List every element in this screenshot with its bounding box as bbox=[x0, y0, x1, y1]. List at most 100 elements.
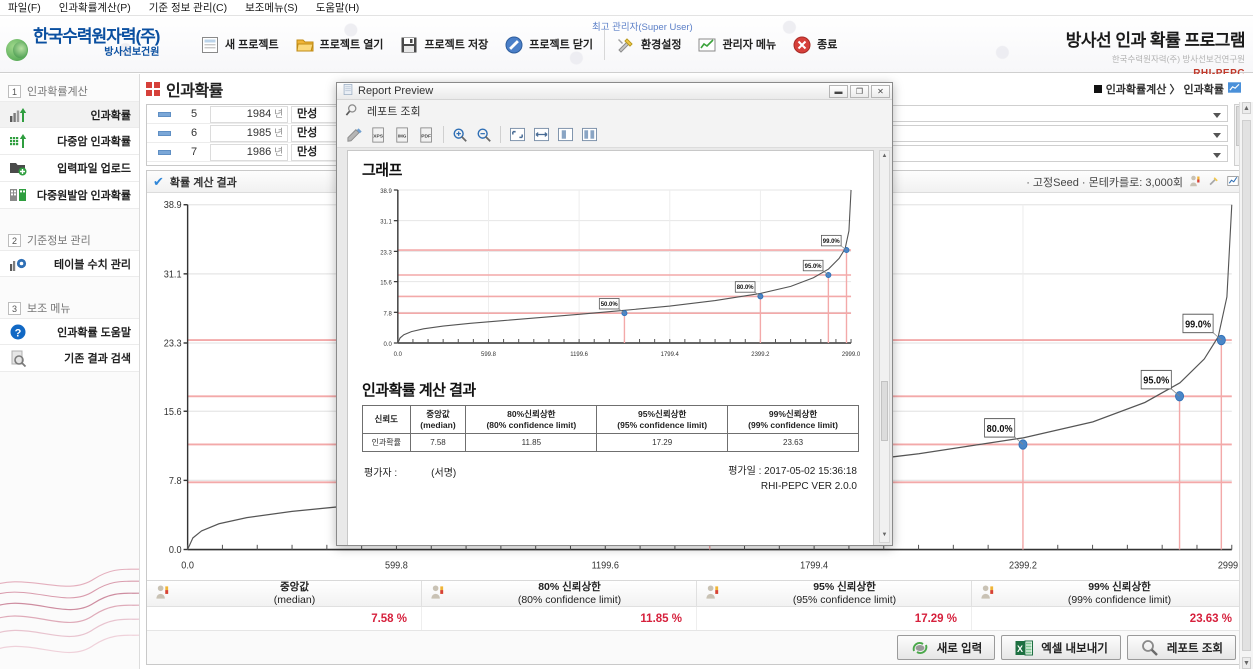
settings-button[interactable]: 환경설정 bbox=[608, 25, 689, 65]
toolbar-separator bbox=[500, 126, 501, 143]
simulation-settings-text: · 고정Seed · 몬테카를로: 3,000회 bbox=[1026, 176, 1183, 189]
open-project-button[interactable]: 프로젝트 열기 bbox=[287, 25, 392, 65]
group-number: 3 bbox=[8, 301, 21, 315]
sidebar-item-file-upload[interactable]: 입력파일 업로드 bbox=[0, 155, 139, 182]
scroll-up-arrow[interactable]: ▲ bbox=[881, 152, 888, 162]
xps-export-icon[interactable]: XPS bbox=[369, 125, 389, 145]
menu-item-sub-menu[interactable]: 보조메뉴(S) bbox=[245, 0, 298, 15]
svg-text:1199.6: 1199.6 bbox=[570, 352, 588, 358]
row-year-field[interactable]: 1984 년 bbox=[210, 105, 288, 123]
result-panel-meta: · 고정Seed · 몬테카를로: 3,000회 bbox=[1026, 174, 1240, 190]
th-median: 중앙값 (median) bbox=[409, 404, 467, 435]
admin-menu-button[interactable]: 관리자 메뉴 bbox=[689, 25, 784, 65]
stat-label: 중앙값 (median) bbox=[273, 581, 316, 606]
folder-open-icon bbox=[295, 35, 315, 55]
tools-icon[interactable] bbox=[1208, 175, 1221, 188]
dialog-title-bar[interactable]: Report Preview ▬ ❐ ✕ bbox=[337, 83, 892, 100]
save-project-label: 프로젝트 저장 bbox=[424, 38, 489, 51]
check-icon: ✔ bbox=[153, 173, 164, 189]
single-page-icon[interactable] bbox=[555, 125, 575, 145]
svg-text:IMG: IMG bbox=[398, 133, 407, 138]
save-disk-icon bbox=[399, 35, 419, 55]
stat-value-95: 17.29 % bbox=[697, 607, 972, 630]
zoom-in-icon[interactable] bbox=[450, 125, 470, 145]
svg-text:80.0%: 80.0% bbox=[987, 423, 1013, 435]
block-icon bbox=[504, 35, 524, 55]
svg-text:2999.0: 2999.0 bbox=[842, 352, 861, 358]
row-number: 7 bbox=[190, 146, 198, 158]
exit-button[interactable]: 종료 bbox=[784, 25, 845, 65]
table-row: 인과확률 7.58 11.85 17.29 23.63 bbox=[362, 433, 859, 453]
restore-button[interactable]: ❐ bbox=[850, 84, 869, 98]
scroll-up-arrow[interactable]: ▲ bbox=[1242, 102, 1251, 114]
zoom-out-icon[interactable] bbox=[474, 125, 494, 145]
img-export-icon[interactable]: IMG bbox=[393, 125, 413, 145]
group-number: 2 bbox=[8, 233, 21, 247]
menu-item-help[interactable]: 도움말(H) bbox=[316, 0, 360, 15]
sidebar-item-table-values[interactable]: 테이블 수치 관리 bbox=[0, 250, 139, 277]
two-page-icon[interactable] bbox=[579, 125, 599, 145]
save-project-button[interactable]: 프로젝트 저장 bbox=[391, 25, 496, 65]
report-view-button[interactable]: 레포트 조회 bbox=[1126, 635, 1236, 660]
pdf-export-icon[interactable]: PDF bbox=[417, 125, 437, 145]
document-icon bbox=[343, 84, 353, 98]
company-logo: 한국수력원자력(주) 방사선보건원 bbox=[6, 28, 160, 61]
svg-text:599.8: 599.8 bbox=[481, 352, 497, 358]
recycle-icon bbox=[910, 638, 930, 658]
person-icon[interactable] bbox=[1189, 175, 1202, 188]
minimize-button[interactable]: ▬ bbox=[829, 84, 848, 98]
fit-width-icon[interactable] bbox=[531, 125, 551, 145]
dialog-subtitle: 레포트 조회 bbox=[367, 106, 421, 118]
report-preview-dialog[interactable]: Report Preview ▬ ❐ ✕ 레포트 조회 XPS IMG PDF bbox=[336, 82, 893, 546]
scrollbar-thumb[interactable] bbox=[881, 381, 888, 441]
svg-text:15.6: 15.6 bbox=[164, 406, 182, 418]
sidebar-item-help[interactable]: ? 인과확률 도움말 bbox=[0, 318, 139, 345]
sidebar-item-label: 다중원발암 인과확률 bbox=[36, 190, 131, 202]
row-selector-icon[interactable] bbox=[147, 149, 181, 155]
row-label: 인과확률 bbox=[362, 433, 411, 453]
svg-text:15.6: 15.6 bbox=[380, 281, 392, 287]
sidebar-group-calculation: 1 인과확률계산 bbox=[8, 83, 133, 99]
new-project-button[interactable]: 새 프로젝트 bbox=[192, 25, 287, 65]
help-icon: ? bbox=[8, 322, 28, 342]
menu-item-file[interactable]: 파일(F) bbox=[8, 0, 41, 15]
cell-80: 11.85 bbox=[465, 433, 598, 453]
row-selector-icon[interactable] bbox=[147, 130, 181, 136]
scrollbar-thumb[interactable] bbox=[1242, 120, 1251, 651]
sidebar-item-search-results[interactable]: 기존 결과 검색 bbox=[0, 345, 139, 372]
row-year-field[interactable]: 1985 년 bbox=[210, 124, 288, 142]
row-selector-icon[interactable] bbox=[147, 111, 181, 117]
person-icon bbox=[705, 584, 720, 603]
exit-label: 종료 bbox=[817, 38, 838, 51]
close-project-button[interactable]: 프로젝트 닫기 bbox=[496, 25, 601, 65]
chart-gear-icon bbox=[8, 254, 28, 274]
menu-bar: 파일(F) 인과확률계산(P) 기준 정보 관리(C) 보조메뉴(S) 도움말(… bbox=[0, 0, 1253, 16]
menu-item-calculation[interactable]: 인과확률계산(P) bbox=[59, 0, 131, 15]
row-number: 5 bbox=[190, 108, 198, 120]
print-icon[interactable] bbox=[345, 125, 365, 145]
dialog-toolbar: XPS IMG PDF bbox=[337, 122, 892, 148]
new-input-button[interactable]: 새로 입력 bbox=[896, 635, 996, 660]
scroll-down-arrow[interactable]: ▼ bbox=[881, 531, 888, 541]
menu-item-reference-info[interactable]: 기준 정보 관리(C) bbox=[149, 0, 227, 15]
sidebar-item-label: 기존 결과 검색 bbox=[64, 353, 131, 365]
toolbar-separator bbox=[443, 126, 444, 143]
scroll-down-arrow[interactable]: ▼ bbox=[1242, 657, 1251, 669]
fit-page-icon[interactable] bbox=[507, 125, 527, 145]
admin-menu-label: 관리자 메뉴 bbox=[722, 38, 777, 51]
content-scrollbar[interactable]: ▲ ▼ bbox=[1239, 102, 1253, 669]
breadcrumb: 인과확률계산 〉 인과확률 bbox=[1093, 81, 1249, 97]
excel-export-button[interactable]: X 엑셀 내보내기 bbox=[1001, 635, 1121, 660]
sidebar-item-multi-cancer[interactable]: 다중암 인과확률 bbox=[0, 128, 139, 155]
close-project-label: 프로젝트 닫기 bbox=[529, 38, 593, 51]
settings-label: 환경설정 bbox=[641, 38, 682, 51]
dialog-scrollbar[interactable]: ▲ ▼ bbox=[879, 150, 890, 543]
breadcrumb-chart-icon[interactable] bbox=[1228, 82, 1241, 96]
sidebar-item-multi-primary-cancer[interactable]: 다중원발암 인과확률 bbox=[0, 182, 139, 209]
close-button[interactable]: ✕ bbox=[871, 84, 890, 98]
sidebar-item-causation-probability[interactable]: 인과확률 bbox=[0, 101, 139, 128]
person-icon bbox=[430, 584, 445, 603]
stat-cell-80: 80% 신뢰상한 (80% confidence limit) bbox=[422, 581, 697, 606]
row-year-field[interactable]: 1986 년 bbox=[210, 143, 288, 161]
